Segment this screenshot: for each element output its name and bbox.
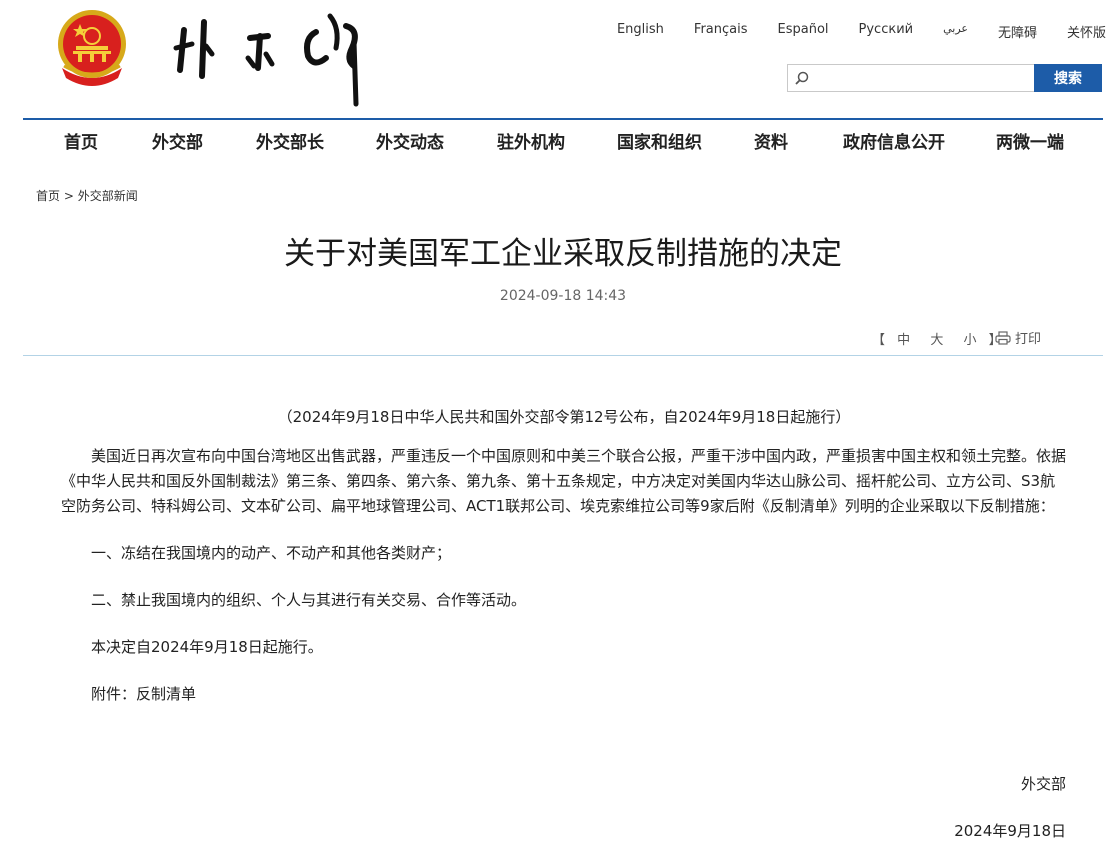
language-link-russian[interactable]: Русский [859,22,914,41]
elderly-care-link[interactable]: 关怀版 [1067,22,1106,41]
search-button[interactable]: 搜索 [1034,64,1102,92]
nav-item-countries-organizations[interactable]: 国家和组织 [617,120,702,168]
content-divider [23,355,1103,356]
ministry-logo-calligraphy[interactable] [170,8,380,108]
search-bar: 搜索 [787,64,1102,92]
nav-item-wechat-weibo[interactable]: 两微一端 [996,120,1064,168]
nav-item-diplomatic-news[interactable]: 外交动态 [376,120,444,168]
font-size-medium-button[interactable]: 大 [930,333,943,348]
font-size-tools: 【 中 大 小 】 [872,329,1002,348]
print-label: 打印 [1015,332,1042,347]
article-title: 关于对美国军工企业采取反制措施的决定 [284,236,842,272]
language-link-arabic[interactable]: عربي [943,22,968,41]
nav-item-missions-abroad[interactable]: 驻外机构 [497,120,565,168]
nav-item-ministry[interactable]: 外交部 [152,120,203,168]
attachment-link[interactable]: 反制清单 [136,685,196,703]
breadcrumb-home-link[interactable]: 首页 [36,189,60,203]
font-size-small-button[interactable]: 小 [963,333,976,348]
main-nav: 首页 外交部 外交部长 外交动态 驻外机构 国家和组织 资料 政府信息公开 两微… [23,118,1103,168]
font-size-large-button[interactable]: 中 [897,333,910,348]
font-tools-open-bracket: 【 [872,333,886,348]
language-link-spanish[interactable]: Español [778,22,829,41]
language-link-french[interactable]: Français [694,22,748,41]
article-paragraph: 美国近日再次宣布向中国台湾地区出售武器，严重违反一个中国原则和中美三个联合公报，… [61,447,1067,515]
article-notice: （2024年9月18日中华人民共和国外交部令第12号公布，自2024年9月18日… [277,408,851,426]
header: English Français Español Русский عربي 无障… [0,0,1116,118]
nav-item-resources[interactable]: 资料 [754,120,788,168]
search-box [787,64,1034,92]
nav-item-minister[interactable]: 外交部长 [256,120,324,168]
search-input[interactable] [788,65,1034,91]
signature-date: 2024年9月18日 [954,822,1066,840]
article-datetime: 2024-09-18 14:43 [499,288,627,304]
printer-icon [995,330,1011,345]
breadcrumb: 首页 > 外交部新闻 [36,187,138,204]
article-paragraph: 二、禁止我国境内的组织、个人与其进行有关交易、合作等活动。 [91,591,527,609]
national-emblem-icon[interactable] [52,6,132,88]
nav-item-government-info[interactable]: 政府信息公开 [843,120,945,168]
breadcrumb-separator: > [63,189,74,203]
nav-item-home[interactable]: 首页 [64,120,98,168]
search-icon [795,71,809,85]
language-bar: English Français Español Русский عربي 无障… [587,22,1106,41]
accessibility-link[interactable]: 无障碍 [998,22,1037,41]
article-body: （2024年9月18日中华人民共和国外交部令第12号公布，自2024年9月18日… [61,405,1067,729]
article-paragraph: 一、冻结在我国境内的动产、不动产和其他各类财产； [91,544,452,562]
print-button[interactable]: 打印 [995,328,1041,347]
signature-organization: 外交部 [1020,775,1066,793]
language-link-english[interactable]: English [617,22,664,41]
attachment-label: 附件： [91,685,137,703]
attachment-line: 附件：反制清单 [61,682,1067,707]
breadcrumb-current-link[interactable]: 外交部新闻 [78,189,138,203]
article-paragraph: 本决定自2024年9月18日起施行。 [91,638,323,656]
